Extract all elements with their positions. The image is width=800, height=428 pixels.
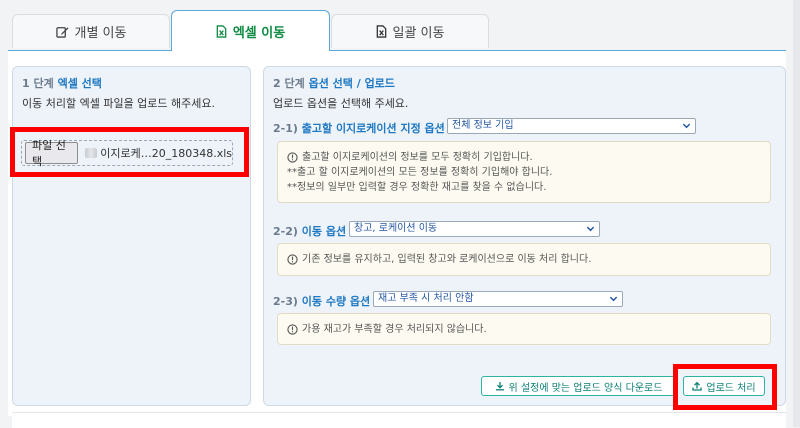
tab-individual-move[interactable]: 개별 이동: [12, 14, 170, 48]
location-option-select[interactable]: 전체 정보 기입: [447, 118, 696, 134]
select-value: 창고, 로케이션 이동: [354, 223, 438, 234]
highlight-box-file: [10, 127, 249, 177]
tab-batch-move[interactable]: 일괄 이동: [331, 14, 489, 48]
step2-prefix: 2 단계: [273, 77, 305, 90]
highlight-box-upload: [673, 364, 777, 410]
step1-panel: [12, 66, 251, 406]
step2-title: 옵션 선택 / 업로드: [308, 77, 395, 90]
note-text: **출고 할 이지로케이션의 모든 정보를 정확히 기입해야 합니다.: [287, 167, 553, 178]
note-text: **정보의 일부만 입력할 경우 정확한 재고를 찾을 수 없습니다.: [287, 182, 547, 193]
chevron-down-icon: [586, 224, 595, 238]
info-icon: [287, 152, 298, 163]
option-number: 2-1): [273, 122, 298, 135]
tab-label: 엑셀 이동: [232, 25, 286, 41]
select-value: 전체 정보 기입: [452, 120, 514, 131]
tab-label: 일괄 이동: [392, 26, 445, 41]
window-edge: [793, 0, 800, 427]
option-2-3-note: 가용 재고가 부족할 경우 처리되지 않습니다.: [277, 313, 771, 345]
button-label: 위 설정에 맞는 업로드 양식 다운로드: [508, 382, 663, 394]
chevron-down-icon: [682, 121, 691, 135]
step2-description: 업로드 옵션을 선택해 주세요.: [273, 97, 409, 110]
quantity-option-select[interactable]: 재고 부족 시 처리 안함: [373, 291, 623, 307]
chevron-down-icon: [609, 294, 618, 308]
step1-prefix: 1 단계: [22, 77, 54, 90]
step1-description: 이동 처리할 엑셀 파일을 업로드 해주세요.: [22, 97, 216, 110]
step1-title: 엑셀 선택: [57, 77, 102, 90]
option-2-1-label: 2-1) 출고할 이지로케이션 지정 옵션 :: [273, 120, 453, 136]
note-text: 기존 정보를 유지하고, 입력된 창고와 로케이션으로 이동 처리 합니다.: [302, 254, 592, 265]
step1-heading: 1 단계 엑셀 선택: [22, 75, 102, 91]
move-option-select[interactable]: 창고, 로케이션 이동: [349, 221, 600, 237]
option-title: 이동 수량 옵션 :: [301, 295, 379, 308]
option-2-3-label: 2-3) 이동 수량 옵션 :: [273, 293, 378, 309]
option-number: 2-3): [273, 295, 298, 308]
bottom-panel: [12, 412, 786, 428]
note-text: 출고할 이지로케이션의 정보를 모두 정확히 기입합니다.: [302, 152, 533, 163]
download-icon: [495, 381, 505, 391]
excel-file-icon: [216, 24, 227, 38]
option-2-2-label: 2-2) 이동 옵션 :: [273, 223, 354, 239]
excel-file-icon: [376, 25, 387, 38]
tab-excel-move[interactable]: 엑셀 이동: [171, 10, 330, 51]
option-2-2-note: 기존 정보를 유지하고, 입력된 창고와 로케이션으로 이동 처리 합니다.: [277, 243, 771, 276]
option-number: 2-2): [273, 225, 298, 238]
info-icon: [287, 254, 298, 265]
option-2-1-note: 출고할 이지로케이션의 정보를 모두 정확히 기입합니다. **출고 할 이지로…: [277, 141, 771, 203]
tab-label: 개별 이동: [74, 26, 127, 41]
option-title: 이동 옵션 :: [301, 225, 355, 238]
select-value: 재고 부족 시 처리 안함: [378, 293, 474, 304]
step2-heading: 2 단계 옵션 선택 / 업로드: [273, 75, 395, 91]
option-title: 출고할 이지로케이션 지정 옵션 :: [301, 122, 454, 135]
note-text: 가용 재고가 부족할 경우 처리되지 않습니다.: [302, 324, 487, 335]
edit-icon: [55, 25, 69, 38]
download-template-button[interactable]: 위 설정에 맞는 업로드 양식 다운로드: [481, 376, 676, 396]
info-icon: [287, 324, 298, 335]
